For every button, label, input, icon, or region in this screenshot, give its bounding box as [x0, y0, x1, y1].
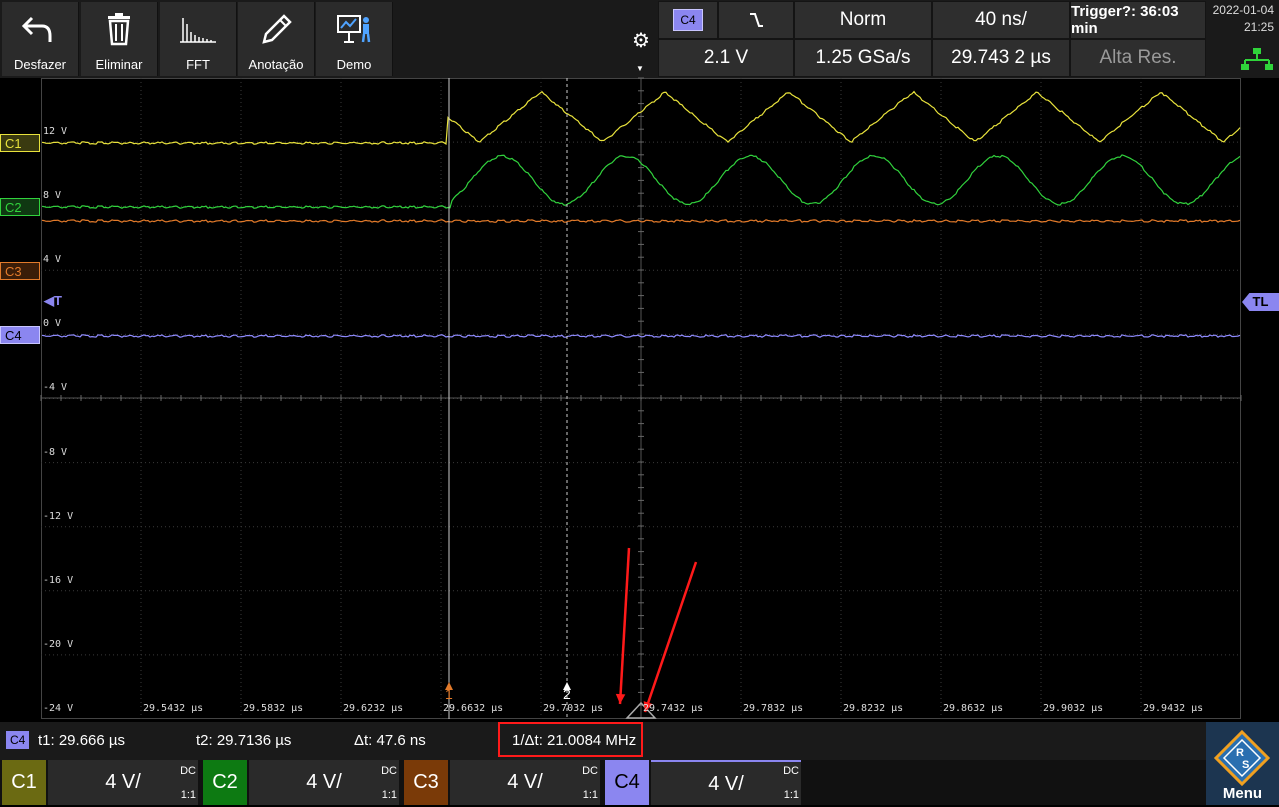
volt-label: 0 V [43, 318, 62, 329]
readout-source-chip: C4 [6, 731, 30, 749]
c2-ratio: 1:1 [381, 789, 397, 801]
c2-scale: 4 V/ [249, 760, 399, 805]
t2-readout: t2: 29.7136 µs [196, 732, 292, 749]
time-label: 29.7032 µs [543, 703, 604, 714]
time-label: 29.8632 µs [943, 703, 1004, 714]
channel-c2-block[interactable]: C2 4 V/ DC 1:1 [203, 760, 403, 805]
waveform-canvas [40, 77, 1242, 744]
c1-scale: 4 V/ [48, 760, 198, 805]
time-label: 29.7432 µs [643, 703, 704, 714]
svg-text:R: R [1236, 747, 1244, 759]
c1-marker[interactable]: C1 [0, 134, 40, 152]
c2-marker[interactable]: C2 [0, 198, 40, 216]
c1-ratio: 1:1 [180, 789, 196, 801]
time-label: 29.8232 µs [843, 703, 904, 714]
c2-coupling: DC [381, 765, 397, 777]
c4-ratio: 1:1 [783, 789, 799, 801]
volt-label: -12 V [43, 511, 74, 522]
c3-marker[interactable]: C3 [0, 262, 40, 280]
time-label: 29.5432 µs [143, 703, 204, 714]
rs-logo-icon: R S [1213, 729, 1271, 787]
c1-name: C1 [2, 760, 46, 805]
time-label: 29.7832 µs [743, 703, 804, 714]
menu-label: Menu [1222, 785, 1263, 802]
c3-coupling: DC [582, 765, 598, 777]
c4-marker[interactable]: C4 [0, 326, 40, 344]
trigger-level-marker[interactable]: TL [1242, 293, 1279, 311]
trigger-position-marker[interactable]: ◀T [44, 293, 62, 309]
channel-bar: C1 4 V/ DC 1:1 C2 4 V/ DC 1:1 C3 4 V/ DC… [0, 760, 1206, 805]
volt-label: -16 V [43, 575, 74, 586]
c3-scale: 4 V/ [450, 760, 600, 805]
time-label: 29.9032 µs [1043, 703, 1104, 714]
volt-label: 4 V [43, 254, 62, 265]
volt-label: -20 V [43, 639, 74, 650]
annotation-highlight-box [498, 722, 643, 757]
volt-label: 12 V [43, 126, 68, 137]
t1-readout: t1: 29.666 µs [38, 732, 126, 749]
channel-c1-block[interactable]: C1 4 V/ DC 1:1 [2, 760, 202, 805]
cursor1-label[interactable]: 1 [445, 686, 453, 702]
menu-button[interactable]: R S Menu [1206, 722, 1279, 805]
volt-label: 8 V [43, 190, 62, 201]
delta-t-readout: Δt: 47.6 ns [354, 732, 426, 749]
time-label: 29.5832 µs [243, 703, 304, 714]
volt-label: -4 V [43, 382, 68, 393]
cursor2-label[interactable]: 2 [563, 686, 571, 702]
annotation-arrow-1-head [615, 693, 626, 704]
c2-name: C2 [203, 760, 247, 805]
c3-ratio: 1:1 [582, 789, 598, 801]
time-label: 29.9432 µs [1143, 703, 1204, 714]
volt-label: -8 V [43, 447, 68, 458]
time-label: 29.6632 µs [443, 703, 504, 714]
c1-coupling: DC [180, 765, 196, 777]
c4-name: C4 [605, 760, 649, 805]
channel-c4-block[interactable]: C4 4 V/ DC 1:1 [605, 760, 805, 805]
time-label: 29.6232 µs [343, 703, 404, 714]
volt-label: -24 V [43, 703, 74, 714]
c3-name: C3 [404, 760, 448, 805]
c4-coupling: DC [783, 765, 799, 777]
annotation-arrow-1-shaft [618, 547, 631, 705]
c4-scale: 4 V/ [651, 760, 801, 805]
svg-text:S: S [1242, 759, 1249, 771]
annotation-arrow-2-shaft [643, 561, 698, 713]
channel-c3-block[interactable]: C3 4 V/ DC 1:1 [404, 760, 604, 805]
